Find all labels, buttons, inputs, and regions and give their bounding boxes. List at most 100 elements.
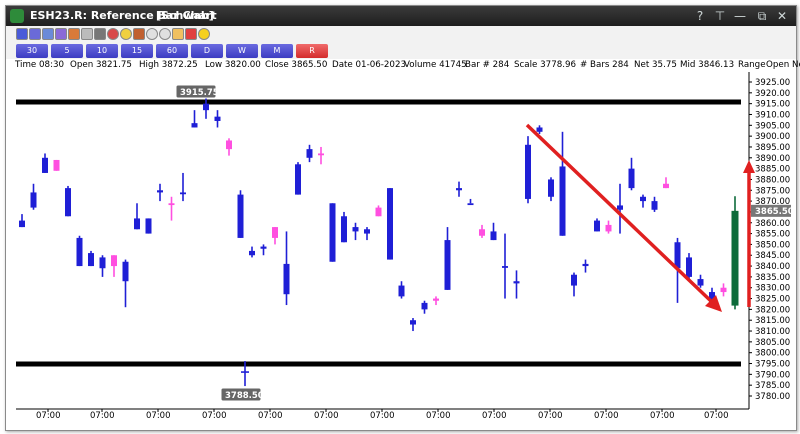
candle-body (387, 188, 393, 260)
info-bar-number: Bar # 284 (465, 60, 510, 70)
price-tick-label: 3910.00 (755, 110, 790, 120)
time-tick-label: 07:00 (36, 411, 61, 421)
time-tick-label: 07:00 (538, 411, 563, 421)
time-tick-label: 07:00 (90, 411, 115, 421)
time-tick-label: 07:00 (482, 411, 507, 421)
period-10-button[interactable]: 10 (86, 44, 118, 58)
sun-icon[interactable] (120, 28, 132, 40)
title-bar[interactable]: ESH23.R: Reference Bar Chart [Schwab] ? … (6, 6, 796, 26)
info-scale: Scale 3778.96 (514, 60, 577, 70)
resistance-label: 3915.75 (180, 88, 219, 98)
price-tick-label: 3805.00 (755, 338, 790, 348)
grid-icon[interactable] (68, 28, 80, 40)
time-tick-label: 07:00 (314, 411, 339, 421)
candle-body (180, 192, 186, 195)
price-tick-label: 3855.00 (755, 230, 790, 240)
price-tick-label: 3830.00 (755, 284, 790, 294)
time-tick-label: 07:00 (704, 411, 729, 421)
info-bars-count: # Bars 284 (580, 60, 629, 70)
info-close: Close 3865.50 (265, 60, 328, 70)
lock-icon[interactable] (133, 28, 145, 40)
time-tick-label: 07:00 (426, 411, 451, 421)
price-chart-svg[interactable]: 3925.003920.003915.003910.003905.003900.… (6, 72, 796, 424)
price-tick-label: 3900.00 (755, 132, 790, 142)
price-tick-label: 3905.00 (755, 121, 790, 131)
candle-body (249, 250, 255, 256)
candle-body (536, 127, 543, 132)
target-icon[interactable] (107, 28, 119, 40)
restore-button[interactable]: ⧉ (754, 8, 770, 24)
candle-body (260, 246, 267, 249)
period-5-button[interactable]: 5 (51, 44, 83, 58)
pin-button[interactable]: ⊤ (712, 8, 728, 24)
info-low: Low 3820.00 (205, 60, 261, 70)
save-icon[interactable] (172, 28, 184, 40)
app-logo-icon (10, 9, 24, 23)
period-reference-button[interactable]: R (296, 44, 328, 58)
info-mid: Mid 3846.13 (680, 60, 735, 70)
candle-body (456, 188, 462, 191)
print-icon[interactable] (94, 28, 106, 40)
bar-chart-icon[interactable] (16, 28, 28, 40)
candle-body (663, 183, 669, 189)
price-tick-label: 3895.00 (755, 143, 790, 153)
candle-body (318, 153, 324, 156)
candle-icon[interactable] (29, 28, 41, 40)
candle-body (99, 257, 106, 269)
candle-body (686, 257, 692, 277)
price-tick-label: 3875.00 (755, 186, 790, 196)
period-60-button[interactable]: 60 (156, 44, 188, 58)
line-chart-icon[interactable] (42, 28, 54, 40)
chart-toolbar (6, 26, 796, 44)
period-15-button[interactable]: 15 (121, 44, 153, 58)
candle-body (111, 255, 117, 267)
close-button[interactable]: ✕ (774, 8, 790, 24)
help-button[interactable]: ? (692, 8, 708, 24)
time-tick-label: 07:00 (146, 411, 171, 421)
support-label: 3788.50 (225, 391, 264, 401)
crosshair-icon[interactable] (81, 28, 93, 40)
candle-body (214, 116, 221, 121)
price-tick-label: 3860.00 (755, 219, 790, 229)
candle-body (479, 229, 485, 236)
candle-body (375, 207, 382, 217)
period-monthly-button[interactable]: M (261, 44, 293, 58)
price-tick-label: 3820.00 (755, 305, 790, 315)
price-tick-label: 3800.00 (755, 349, 790, 359)
candle-body (674, 242, 681, 269)
zoom-out-icon[interactable] (159, 28, 171, 40)
price-tick-label: 3850.00 (755, 240, 790, 250)
zoom-in-icon[interactable] (146, 28, 158, 40)
info-net: Net 35.75 (634, 60, 677, 70)
candle-body (444, 240, 451, 290)
candle-body (720, 287, 727, 293)
arrow-icon[interactable] (185, 28, 197, 40)
time-tick-label: 07:00 (258, 411, 283, 421)
price-tick-label: 3840.00 (755, 262, 790, 272)
candle-body (628, 168, 635, 189)
minimize-button[interactable]: — (732, 8, 748, 24)
candle-body (731, 210, 739, 306)
info-time: Time 08:30 (15, 60, 65, 70)
indicator-icon[interactable] (55, 28, 67, 40)
period-30-button[interactable]: 30 (16, 44, 48, 58)
candle-body (122, 261, 129, 282)
price-tick-label: 3925.00 (755, 78, 790, 88)
candle-body (65, 188, 71, 217)
period-weekly-button[interactable]: W (226, 44, 258, 58)
period-daily-button[interactable]: D (191, 44, 223, 58)
time-tick-label: 07:00 (370, 411, 395, 421)
price-chart[interactable]: 3925.00 3920.00 3915.00 3910.00 3905.00 3900.… (6, 72, 796, 424)
price-tick-label: 3835.00 (755, 273, 790, 283)
price-tick-label: 3890.00 (755, 154, 790, 164)
star-icon[interactable] (198, 28, 210, 40)
price-tick-label: 3825.00 (755, 295, 790, 305)
candle-body (283, 263, 290, 295)
candle-body (306, 149, 313, 158)
candle-body (605, 224, 612, 232)
time-tick-label: 07:00 (594, 411, 619, 421)
chart-window: ESH23.R: Reference Bar Chart [Schwab] ? … (5, 5, 800, 431)
candle-body (559, 166, 566, 236)
info-volume: Volume 41745 (404, 60, 467, 70)
candle-body (145, 218, 152, 234)
